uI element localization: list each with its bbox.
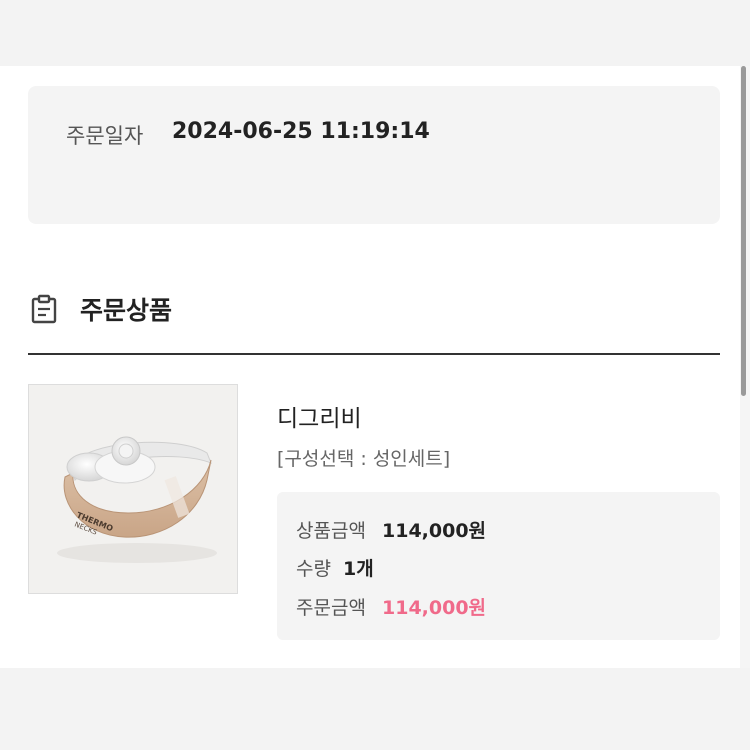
scrollbar-thumb[interactable] xyxy=(741,66,746,396)
scrollbar[interactable] xyxy=(740,66,750,668)
section-divider xyxy=(28,353,720,355)
order-date-label: 주문일자 xyxy=(66,124,144,148)
product-price-value: 114,000원 xyxy=(382,520,487,542)
product-name[interactable]: 디그리비 xyxy=(277,399,362,433)
product-price-label: 상품금액 xyxy=(296,520,366,542)
quantity-value: 1개 xyxy=(343,558,374,580)
product-image: THERMO NECKS xyxy=(57,436,217,563)
product-option: [구성선택 : 성인세트] xyxy=(277,448,451,470)
section-title-order-items: 주문상품 xyxy=(80,296,173,325)
quantity-label: 수량 xyxy=(296,558,331,580)
order-amount-value: 114,000원 xyxy=(382,597,487,619)
clipboard-icon xyxy=(31,294,57,324)
order-date-value: 2024-06-25 11:19:14 xyxy=(172,119,430,144)
product-thumbnail[interactable]: THERMO NECKS xyxy=(28,384,238,594)
order-amount-label: 주문금액 xyxy=(296,597,366,619)
order-date-card xyxy=(28,86,720,224)
